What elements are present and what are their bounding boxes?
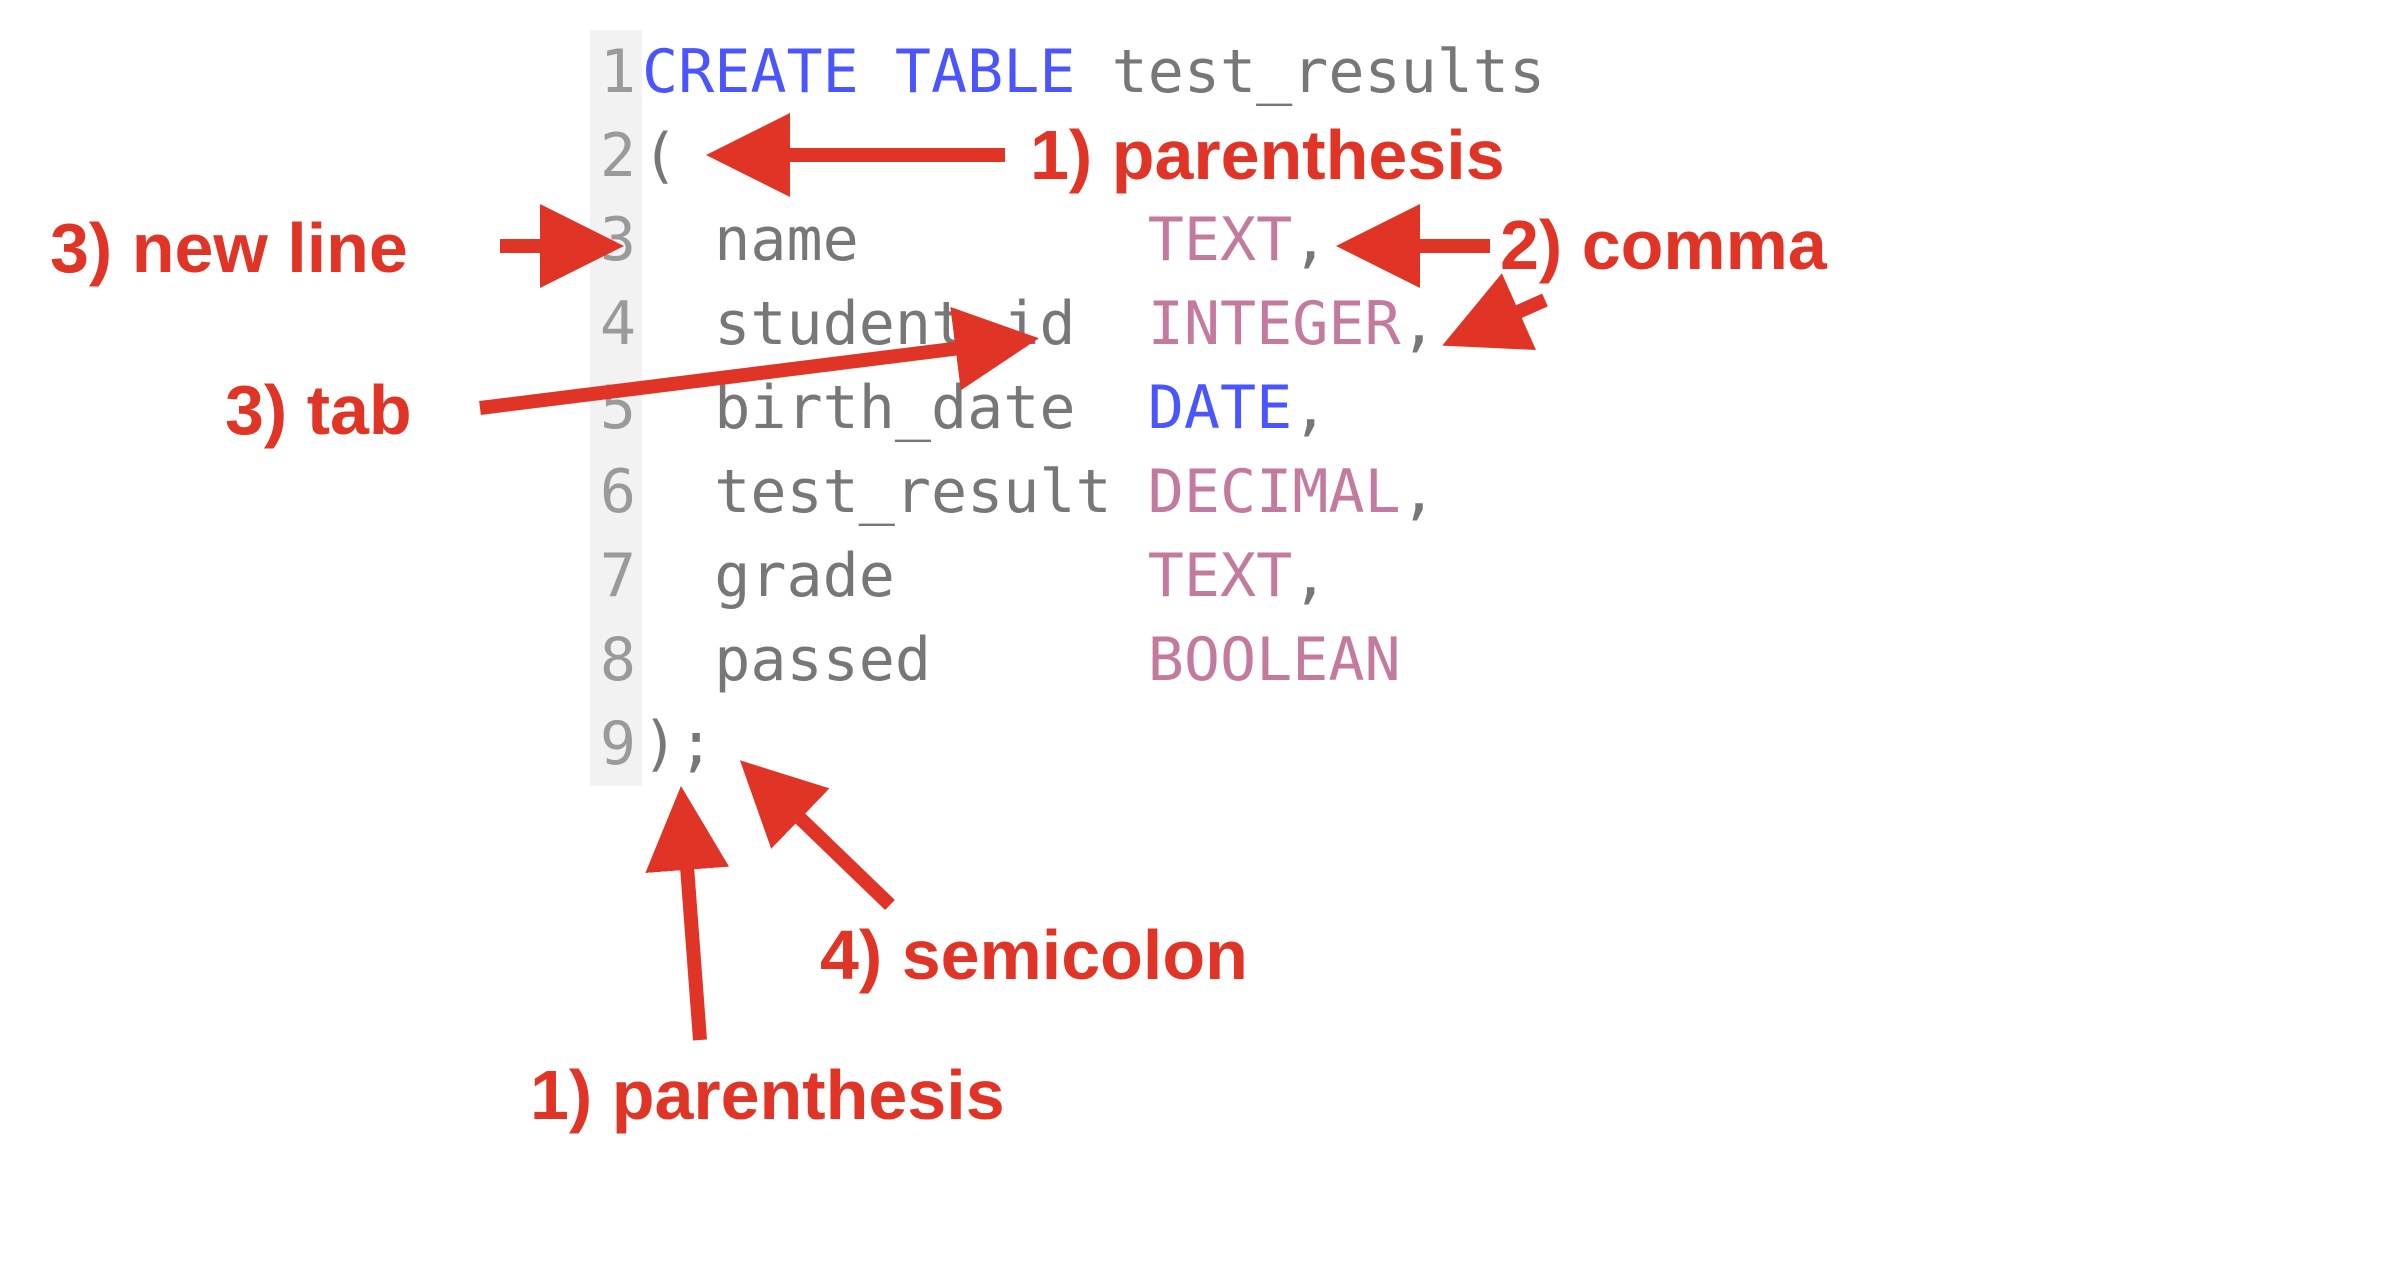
code-token: ( <box>642 121 678 191</box>
code-text: CREATE TABLE test_results <box>642 30 1545 114</box>
code-line: 6 test_result DECIMAL, <box>590 450 1545 534</box>
diagram-stage: 1CREATE TABLE test_results2(3 name TEXT,… <box>0 0 2390 1276</box>
code-token: test_result <box>642 457 1148 527</box>
code-line: 3 name TEXT, <box>590 198 1545 282</box>
code-token: BOOLEAN <box>1148 625 1401 695</box>
code-line: 1CREATE TABLE test_results <box>590 30 1545 114</box>
code-line: 8 passed BOOLEAN <box>590 618 1545 702</box>
code-line: 7 grade TEXT, <box>590 534 1545 618</box>
code-token: , <box>1401 289 1437 359</box>
annotation-semicolon: 4) semicolon <box>820 920 1248 990</box>
code-token: TABLE <box>895 37 1076 107</box>
code-text: birth_date DATE, <box>642 366 1328 450</box>
code-token: , <box>1401 457 1437 527</box>
code-token: TEXT <box>1148 541 1293 611</box>
line-number: 4 <box>590 282 642 366</box>
line-number: 3 <box>590 198 642 282</box>
line-number: 8 <box>590 618 642 702</box>
line-number: 7 <box>590 534 642 618</box>
code-text: ( <box>642 114 678 198</box>
code-text: test_result DECIMAL, <box>642 450 1437 534</box>
code-text: name TEXT, <box>642 198 1328 282</box>
arrow-semicolon <box>750 770 890 905</box>
annotation-parenthesis-bottom: 1) parenthesis <box>530 1060 1005 1130</box>
code-text: passed BOOLEAN <box>642 618 1401 702</box>
code-token: student_id <box>642 289 1148 359</box>
line-number: 2 <box>590 114 642 198</box>
code-token: TEXT <box>1148 205 1293 275</box>
annotation-parenthesis-top: 1) parenthesis <box>1030 120 1505 190</box>
annotation-comma: 2) comma <box>1500 210 1827 280</box>
code-text: student_id INTEGER, <box>642 282 1437 366</box>
code-token: grade <box>642 541 1148 611</box>
code-token: , <box>1292 541 1328 611</box>
code-text: ); <box>642 702 714 786</box>
line-number: 9 <box>590 702 642 786</box>
annotation-new-line: 3) new line <box>50 213 408 283</box>
code-text: grade TEXT, <box>642 534 1328 618</box>
code-token: CREATE <box>642 37 859 107</box>
code-token: test_results <box>1112 37 1545 107</box>
code-line: 4 student_id INTEGER, <box>590 282 1545 366</box>
code-token: , <box>1292 205 1328 275</box>
code-token: birth_date <box>642 373 1148 443</box>
code-token <box>1076 37 1112 107</box>
line-number: 5 <box>590 366 642 450</box>
code-line: 9); <box>590 702 1545 786</box>
code-line: 5 birth_date DATE, <box>590 366 1545 450</box>
code-token: DECIMAL <box>1148 457 1401 527</box>
code-token: INTEGER <box>1148 289 1401 359</box>
line-number: 6 <box>590 450 642 534</box>
code-token <box>859 37 895 107</box>
code-token: passed <box>642 625 1148 695</box>
line-number: 1 <box>590 30 642 114</box>
annotation-tab: 3) tab <box>225 375 412 445</box>
arrow-parenthesis-bottom <box>682 800 700 1040</box>
code-token: , <box>1292 373 1328 443</box>
code-token: name <box>642 205 1148 275</box>
code-token: ); <box>642 709 714 779</box>
code-token: DATE <box>1148 373 1293 443</box>
